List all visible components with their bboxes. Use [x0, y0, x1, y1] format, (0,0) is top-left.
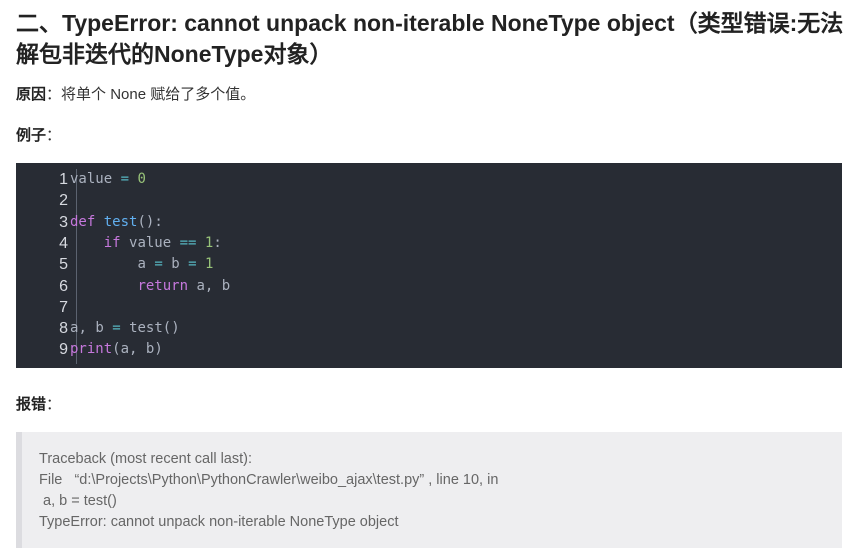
traceback-line: TypeError: cannot unpack non-iterable No…	[39, 514, 399, 530]
line-number: 8	[59, 320, 68, 338]
line-number: 6	[59, 277, 68, 295]
article-page: 二、TypeError: cannot unpack non-iterable …	[0, 0, 865, 550]
error-label: 报错	[16, 396, 47, 413]
example-colon: ：	[46, 127, 62, 144]
traceback-blockquote: Traceback (most recent call last): File …	[16, 432, 842, 548]
reason-colon: ：	[46, 86, 62, 103]
code-block[interactable]: 1 2 3 4 5 6 7 8 9 value = 0 def test(): i…	[16, 163, 842, 368]
code-line: a = b = 1	[137, 256, 214, 273]
traceback-line: Traceback (most recent call last):	[39, 451, 252, 467]
traceback-line: File “d:\Projects\Python\PythonCrawler\w…	[39, 472, 499, 488]
section-heading: 二、TypeError: cannot unpack non-iterable …	[16, 10, 844, 67]
reason-text: 将单个 None 赋给了多个值。	[61, 86, 256, 103]
code-line: def test():	[70, 213, 163, 230]
code-line: return a, b	[137, 277, 231, 294]
line-number: 3	[59, 213, 68, 231]
error-colon: ：	[46, 396, 62, 413]
code-line: print(a, b)	[70, 341, 163, 358]
line-number-gutter: 1 2 3 4 5 6 7 8 9	[16, 169, 77, 364]
code-line: value = 0	[70, 171, 146, 187]
example-label: 例子	[16, 127, 47, 144]
line-number: 2	[59, 192, 68, 210]
example-paragraph: 例子：	[16, 125, 61, 147]
line-number: 4	[59, 234, 68, 252]
reason-label: 原因	[16, 86, 47, 103]
line-number: 9	[59, 341, 68, 359]
code-line: a, b = test()	[70, 320, 180, 337]
traceback-line: a, b = test()	[39, 493, 117, 509]
code-line: if value == 1:	[103, 234, 222, 251]
error-paragraph: 报错：	[16, 394, 61, 416]
line-number: 1	[59, 171, 68, 188]
reason-paragraph: 原因：将单个 None 赋给了多个值。	[16, 84, 255, 106]
line-number: 7	[59, 298, 68, 316]
line-number: 5	[59, 256, 68, 274]
